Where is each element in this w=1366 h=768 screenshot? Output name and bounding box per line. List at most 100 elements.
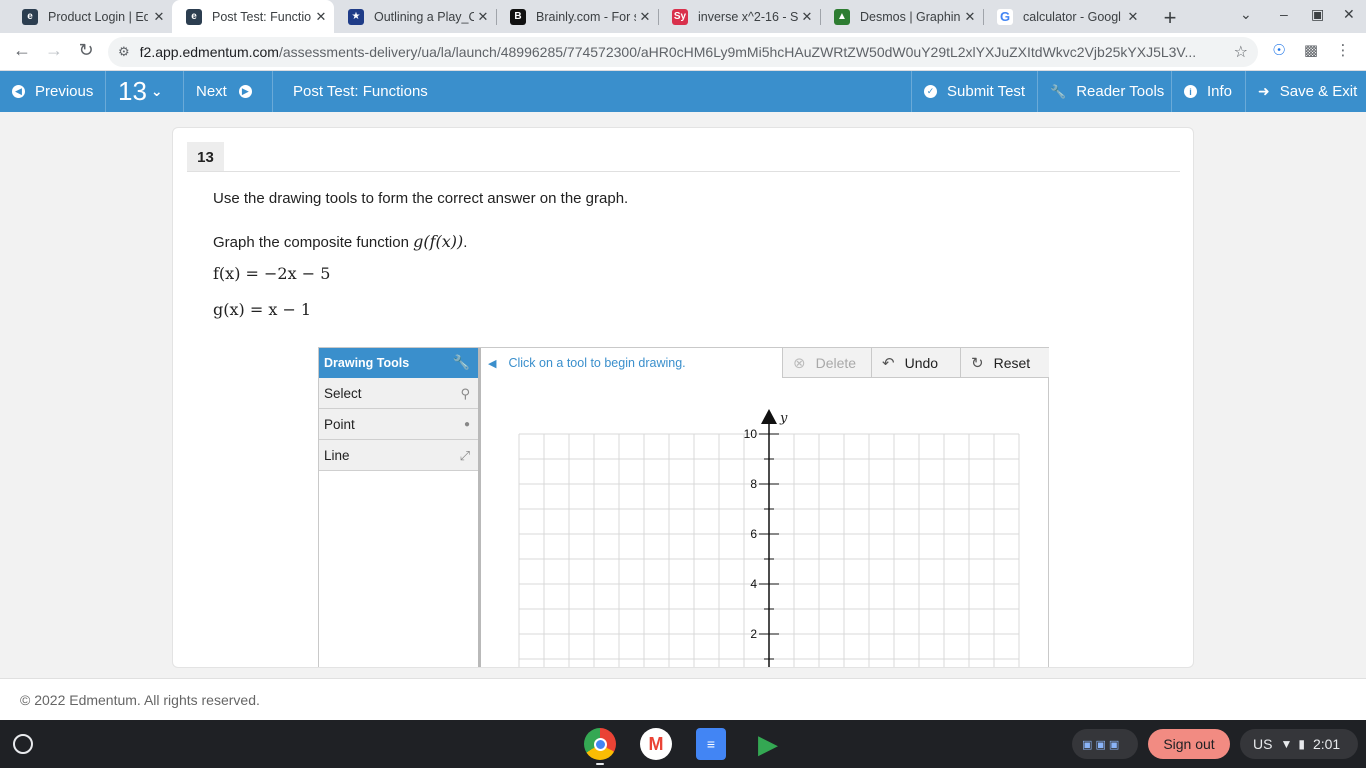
y-tick-label: 8 — [750, 477, 757, 491]
question-number-dropdown[interactable]: 13 ⌄ — [118, 71, 163, 112]
assessment-nav-bar: ◀ Previous 13 ⌄ Next ▶ Post Test: Functi… — [0, 71, 1366, 112]
clock-time: 2:01 — [1312, 736, 1341, 752]
diagonal-arrows-icon: ⤢ — [459, 448, 470, 463]
reload-icon[interactable]: ↻ — [74, 40, 98, 61]
arrow-left-circle-icon: ◀ — [12, 85, 25, 98]
wrench-icon: 🔧 — [1050, 83, 1067, 99]
equation-f: f(x) = −2x − 5 — [213, 264, 331, 283]
coordinate-graph[interactable]: 10 8 6 4 2 y x — [484, 379, 1048, 668]
next-label: Next — [196, 83, 227, 100]
question-prompt: Graph the composite function g(f(x)). — [213, 232, 468, 251]
os-shelf: M ≡ ▶ ▣ ▣ ▣ Sign out US ▼ ▮ 2:01 — [0, 720, 1366, 768]
active-app-indicator — [596, 763, 604, 765]
browser-tab[interactable]: ★ Outlining a Play_C ✕ — [334, 0, 496, 33]
phone-hub-icon[interactable]: ▣ ▣ ▣ — [1072, 729, 1138, 759]
tab-title: Desmos | Graphin — [860, 9, 960, 24]
undo-icon: ↶ — [882, 354, 895, 372]
previous-label: Previous — [35, 83, 94, 100]
submit-test-button[interactable]: ✓ Submit Test — [924, 71, 1025, 112]
reset-button[interactable]: ↻ Reset — [960, 348, 1049, 378]
delete-button[interactable]: ⊗ Delete — [782, 348, 871, 378]
sign-out-button[interactable]: Sign out — [1148, 729, 1230, 759]
wifi-icon: ▼ — [1280, 737, 1293, 751]
browser-menu-icon[interactable]: ⋮ — [1332, 41, 1354, 63]
tab-title: Outlining a Play_C — [374, 9, 474, 24]
triangle-left-icon: ◀ — [488, 357, 497, 370]
tab-title: Post Test: Functio — [212, 9, 312, 24]
tab-close-icon[interactable]: ✕ — [800, 9, 814, 25]
close-window-icon[interactable]: ✕ — [1343, 6, 1355, 23]
save-exit-button[interactable]: ➜ Save & Exit — [1258, 71, 1357, 112]
extensions-puzzle-icon[interactable]: ▩ — [1300, 41, 1322, 63]
y-tick-label: 2 — [750, 627, 757, 641]
tab-title: Product Login | Ed — [48, 9, 148, 24]
play-store-icon[interactable]: ▶ — [752, 728, 784, 760]
tool-select[interactable]: Select ⚲ — [319, 378, 478, 409]
gmail-app-icon[interactable]: M — [640, 728, 672, 760]
next-button[interactable]: Next ▶ — [196, 71, 252, 112]
tab-close-icon[interactable]: ✕ — [476, 9, 490, 25]
y-axis-label: y — [779, 411, 788, 426]
docs-app-icon[interactable]: ≡ — [696, 728, 726, 760]
question-card: 13 Use the drawing tools to form the cor… — [172, 127, 1194, 668]
tab-favicon-icon: B — [510, 8, 526, 25]
question-number-value: 13 — [118, 76, 147, 106]
extension-shield-icon[interactable]: ☉ — [1268, 41, 1290, 63]
tool-line-label: Line — [324, 447, 350, 463]
undo-label: Undo — [904, 354, 939, 371]
page-footer: © 2022 Edmentum. All rights reserved. — [0, 678, 1366, 720]
drawing-tools-title: Drawing Tools — [324, 356, 410, 370]
tab-search-chevron-icon[interactable]: ⌄ — [1240, 6, 1252, 23]
tool-point[interactable]: Point ● — [319, 409, 478, 440]
battery-icon: ▮ — [1298, 737, 1305, 751]
reset-label: Reset — [993, 354, 1031, 371]
tool-line[interactable]: Line ⤢ — [319, 440, 478, 471]
tab-favicon-icon: G — [997, 8, 1013, 25]
prompt-math: g(f(x)) — [413, 232, 464, 251]
wrench-icon: 🔧 — [452, 354, 470, 370]
magnifier-cursor-icon: ⚲ — [460, 386, 470, 401]
y-tick-label: 10 — [744, 427, 758, 441]
browser-tab[interactable]: Gcalculator - Googl ✕ — [983, 0, 1146, 33]
url-path: /assessments-delivery/ua/la/launch/48996… — [278, 44, 1197, 60]
tab-favicon-icon: ★ — [348, 8, 364, 25]
y-tick-label: 4 — [750, 577, 757, 591]
undo-button[interactable]: ↶ Undo — [871, 348, 960, 378]
tab-close-icon[interactable]: ✕ — [963, 9, 977, 25]
previous-button[interactable]: ◀ Previous — [12, 71, 93, 112]
browser-tab[interactable]: e Product Login | Ed ✕ — [8, 0, 172, 33]
y-tick-label: 6 — [750, 527, 757, 541]
close-circle-icon: ⊗ — [793, 354, 806, 372]
reader-tools-button[interactable]: 🔧 Reader Tools — [1050, 71, 1164, 112]
sign-in-arrow-icon: ➜ — [1258, 83, 1270, 99]
equation-g: g(x) = x − 1 — [213, 300, 312, 319]
address-bar[interactable]: ⚙ f2.app.edmentum.com/assessments-delive… — [108, 37, 1258, 67]
tool-point-label: Point — [324, 416, 355, 432]
tab-close-icon[interactable]: ✕ — [152, 9, 166, 25]
refresh-icon: ↻ — [971, 354, 984, 372]
info-button[interactable]: i Info — [1184, 71, 1232, 112]
browser-tab[interactable]: B Brainly.com - For s ✕ — [496, 0, 658, 33]
hint-bar: ◀ Click on a tool to begin drawing. — [484, 348, 782, 378]
launcher-icon[interactable] — [13, 734, 33, 754]
browser-toolbar: ← → ↻ ⚙ f2.app.edmentum.com/assessments-… — [0, 33, 1366, 71]
system-tray[interactable]: US ▼ ▮ 2:01 — [1240, 729, 1358, 759]
site-info-icon[interactable]: ⚙ — [118, 44, 130, 60]
tab-close-icon[interactable]: ✕ — [314, 9, 328, 25]
browser-tab[interactable]: e Post Test: Functio ✕ — [172, 0, 334, 33]
tab-close-icon[interactable]: ✕ — [1126, 9, 1140, 25]
minimize-icon[interactable]: – — [1280, 6, 1288, 22]
new-tab-button[interactable]: + — [1158, 5, 1182, 31]
browser-tab[interactable]: Sy inverse x^2-16 - Sy ✕ — [658, 0, 820, 33]
browser-tab[interactable]: ▲ Desmos | Graphin ✕ — [820, 0, 983, 33]
url-text[interactable]: f2.app.edmentum.com/assessments-delivery… — [140, 44, 1220, 60]
tab-close-icon[interactable]: ✕ — [638, 9, 652, 25]
chevron-down-icon: ⌄ — [150, 83, 163, 99]
tab-separator — [496, 9, 497, 25]
chrome-app-icon[interactable] — [584, 728, 616, 760]
back-arrow-icon[interactable]: ← — [10, 40, 34, 61]
bookmark-star-icon[interactable]: ☆ — [1234, 42, 1248, 62]
tab-favicon-icon: e — [22, 8, 38, 25]
forward-arrow-icon[interactable]: → — [42, 40, 66, 61]
restore-icon[interactable]: ▣ — [1311, 6, 1324, 23]
